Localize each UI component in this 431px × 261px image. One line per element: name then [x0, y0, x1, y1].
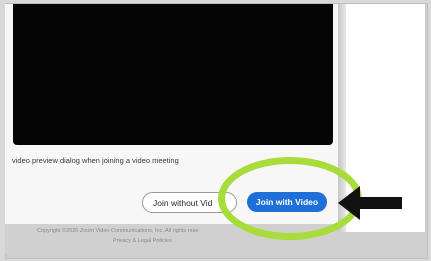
copyright-text: Copyright ©2020 Zoom Video Communication… [37, 228, 199, 234]
video-preview [13, 4, 333, 145]
video-preview-checkbox-label[interactable]: video preview dialog when joining a vide… [12, 156, 179, 165]
arrow-left-icon [338, 186, 402, 220]
screenshot-frame: video preview dialog when joining a vide… [0, 0, 431, 261]
privacy-legal-link[interactable]: Privacy & Legal Policies [113, 238, 172, 244]
